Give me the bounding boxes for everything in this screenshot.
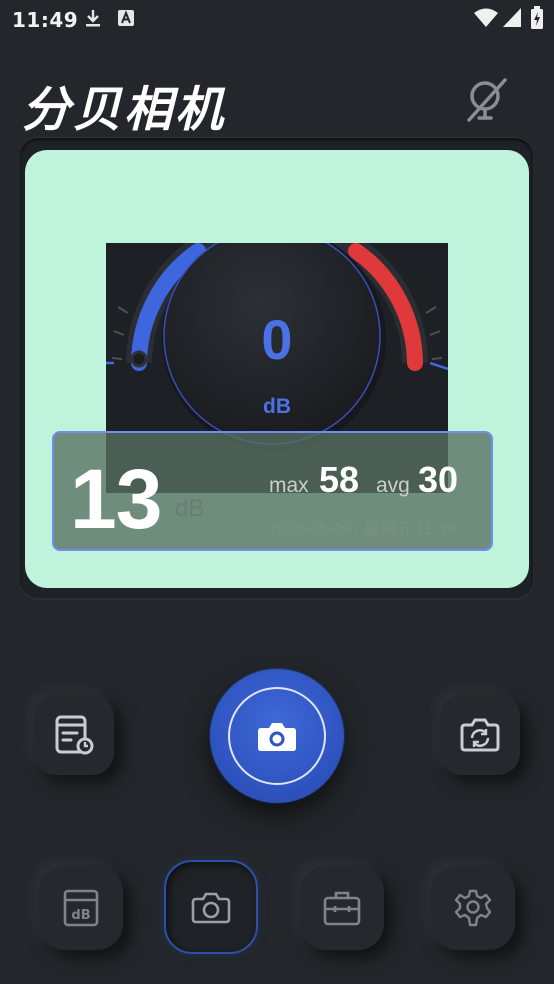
- avg-value: 30: [418, 459, 459, 500]
- gauge-unit: dB: [263, 395, 291, 418]
- signal-icon: [503, 8, 521, 27]
- nav-toolbox[interactable]: [300, 866, 384, 950]
- history-button[interactable]: [34, 695, 114, 775]
- camera-icon: [191, 892, 231, 924]
- decibel-meter-icon: dB: [63, 889, 99, 927]
- decibel-watermark: 13 dB max 58 avg 30 2025-05-09 / 星期五 11:…: [52, 431, 493, 551]
- settings-gear-icon: [454, 889, 492, 927]
- max-value: 58: [319, 459, 360, 500]
- svg-text:dB: dB: [71, 908, 90, 923]
- switch-camera-button[interactable]: [440, 695, 520, 775]
- camera-icon: [258, 723, 296, 751]
- camera-preview[interactable]: 0 dB 13 dB max 58 avg 30 2025-05-09 / 星期…: [25, 150, 529, 588]
- switch-camera-icon: [460, 718, 500, 752]
- toolbox-icon: [323, 891, 361, 926]
- download-icon: [86, 10, 100, 27]
- max-label: max: [269, 474, 309, 497]
- shutter-button[interactable]: [210, 669, 344, 803]
- battery-icon: [531, 6, 543, 29]
- font-app-icon: [118, 10, 134, 26]
- status-bar: 11:49: [0, 0, 554, 36]
- app-title: 分贝相机: [22, 82, 227, 138]
- nav-settings[interactable]: [431, 866, 515, 950]
- avg-label: avg: [376, 474, 410, 497]
- nav-decibel-meter[interactable]: dB: [39, 866, 123, 950]
- current-decibel: 13: [70, 452, 162, 546]
- nav-camera[interactable]: [164, 860, 258, 954]
- wifi-icon: [474, 8, 498, 27]
- mic-off-icon[interactable]: [465, 76, 509, 124]
- gauge-value: 0: [261, 308, 293, 371]
- status-time: 11:49: [12, 8, 79, 32]
- current-decibel-unit: dB: [175, 495, 205, 522]
- history-list-icon: [55, 715, 94, 755]
- datetime-stamp: 2025-05-09 / 星期五 11:49: [269, 521, 456, 538]
